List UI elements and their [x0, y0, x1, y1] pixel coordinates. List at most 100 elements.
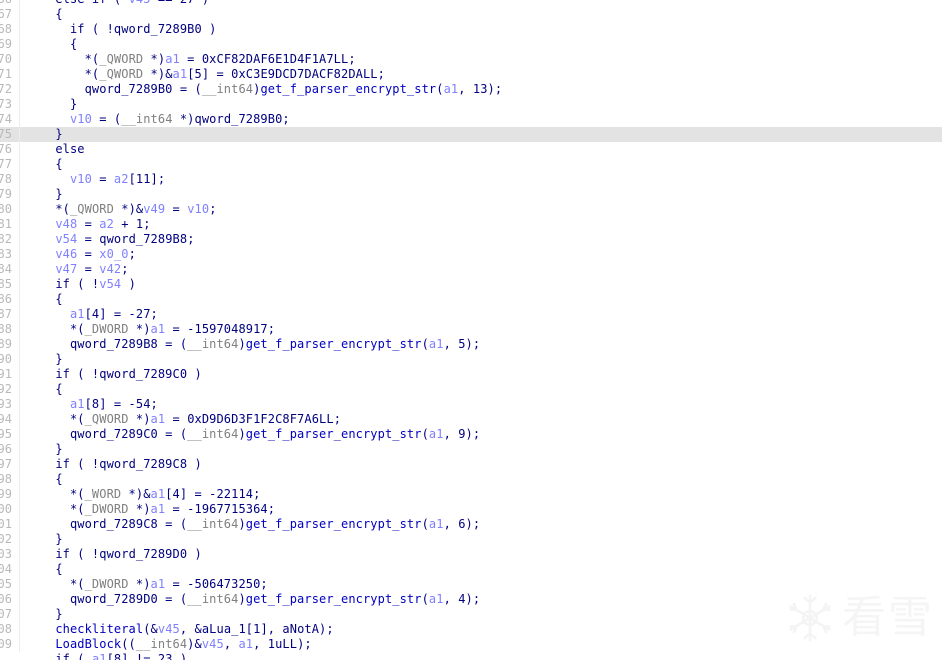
token-func[interactable]: LoadBlock — [55, 637, 121, 651]
code-line[interactable]: v46 = x0_0; — [0, 247, 942, 262]
token-glob[interactable]: qword_7289C0 — [99, 367, 187, 381]
code-line[interactable]: { — [0, 472, 942, 487]
code-surface[interactable]: else if ( v45 == 27 ) { if ( !qword_7289… — [0, 0, 942, 660]
code-line[interactable]: qword_7289C8 = (__int64)get_f_parser_enc… — [0, 517, 942, 532]
code-line[interactable]: else if ( v45 == 27 ) — [0, 0, 942, 7]
code-line[interactable]: qword_7289D0 = (__int64)get_f_parser_enc… — [0, 592, 942, 607]
token-var[interactable]: a1 — [429, 337, 444, 351]
code-line[interactable]: *(_DWORD *)a1 = -506473250; — [0, 577, 942, 592]
code-line[interactable]: } — [0, 352, 942, 367]
token-glob[interactable]: qword_7289B0 — [85, 82, 173, 96]
code-line[interactable]: *(_WORD *)&a1[4] = -22114; — [0, 487, 942, 502]
token-var[interactable]: a1 — [444, 82, 459, 96]
token-glob[interactable]: qword_7289B8 — [70, 337, 158, 351]
code-line[interactable]: qword_7289B8 = (__int64)get_f_parser_enc… — [0, 337, 942, 352]
code-line[interactable]: { — [0, 7, 942, 22]
code-line[interactable]: qword_7289C0 = (__int64)get_f_parser_enc… — [0, 427, 942, 442]
token-func[interactable]: get_f_parser_encrypt_str — [260, 82, 436, 96]
token-func[interactable]: get_f_parser_encrypt_str — [246, 427, 422, 441]
token-var[interactable]: a1 — [70, 307, 85, 321]
token-str[interactable]: aLua_1 — [202, 622, 246, 636]
token-glob[interactable]: qword_7289D0 — [70, 592, 158, 606]
code-line[interactable]: *(_QWORD *)&a1[5] = 0xC3E9DCD7DACF82DALL… — [0, 67, 942, 82]
token-glob[interactable]: qword_7289C8 — [99, 457, 187, 471]
code-line[interactable]: else — [0, 142, 942, 157]
token-var[interactable]: v46 — [55, 247, 77, 261]
token-str[interactable]: aNotA — [282, 622, 319, 636]
token-var[interactable]: v45 — [158, 622, 180, 636]
token-var[interactable]: v45 — [129, 0, 151, 6]
token-var[interactable]: a1 — [429, 517, 444, 531]
code-line[interactable]: *(_DWORD *)a1 = -1967715364; — [0, 502, 942, 517]
code-line-current[interactable]: } — [0, 127, 942, 142]
code-line[interactable]: v10 = (__int64 *)qword_7289B0; — [0, 112, 942, 127]
token-var[interactable]: a1 — [151, 502, 166, 516]
code-line[interactable]: v48 = a2 + 1; — [0, 217, 942, 232]
code-line[interactable]: v10 = a2[11]; — [0, 172, 942, 187]
code-line[interactable]: { — [0, 37, 942, 52]
token-func[interactable]: get_f_parser_encrypt_str — [246, 337, 422, 351]
code-line[interactable]: } — [0, 97, 942, 112]
token-var[interactable]: v45 — [202, 637, 224, 651]
token-var[interactable]: v48 — [55, 217, 77, 231]
token-glob[interactable]: qword_7289B0 — [114, 22, 202, 36]
code-line[interactable]: *(_QWORD *)a1 = 0xD9D6D3F1F2C8F7A6LL; — [0, 412, 942, 427]
code-line[interactable]: { — [0, 157, 942, 172]
code-line[interactable]: if ( !qword_7289D0 ) — [0, 547, 942, 562]
code-line[interactable]: { — [0, 382, 942, 397]
token-var[interactable]: v10 — [187, 202, 209, 216]
token-var[interactable]: a1 — [429, 592, 444, 606]
token-var[interactable]: a1 — [151, 577, 166, 591]
token-glob[interactable]: qword_7289B0 — [195, 112, 283, 126]
token-var[interactable]: a1 — [238, 637, 253, 651]
code-line[interactable]: a1[4] = -27; — [0, 307, 942, 322]
code-line[interactable]: if ( a1[8] != 23 ) — [0, 652, 942, 660]
token-glob[interactable]: qword_7289C0 — [70, 427, 158, 441]
code-line[interactable]: *(_QWORD *)&v49 = v10; — [0, 202, 942, 217]
token-func[interactable]: get_f_parser_encrypt_str — [246, 517, 422, 531]
code-line[interactable]: *(_QWORD *)a1 = 0xCF82DAF6E1D4F1A7LL; — [0, 52, 942, 67]
code-line[interactable]: { — [0, 292, 942, 307]
token-var[interactable]: v10 — [70, 172, 92, 186]
token-glob[interactable]: qword_7289B8 — [99, 232, 187, 246]
token-var[interactable]: a1 — [151, 487, 166, 501]
code-line[interactable]: if ( !qword_7289B0 ) — [0, 22, 942, 37]
token-var[interactable]: a2 — [99, 217, 114, 231]
token-glob[interactable]: qword_7289C8 — [70, 517, 158, 531]
code-line[interactable]: a1[8] = -54; — [0, 397, 942, 412]
token-var[interactable]: v10 — [70, 112, 92, 126]
code-line[interactable]: } — [0, 187, 942, 202]
token-var[interactable]: a2 — [114, 172, 129, 186]
code-line[interactable]: if ( !qword_7289C8 ) — [0, 457, 942, 472]
token-func[interactable]: checkliteral — [55, 622, 143, 636]
token-var[interactable]: v49 — [143, 202, 165, 216]
token-var[interactable]: a1 — [92, 652, 107, 660]
token-var[interactable]: a1 — [165, 52, 180, 66]
code-line[interactable]: *(_DWORD *)a1 = -1597048917; — [0, 322, 942, 337]
token-var[interactable]: v54 — [99, 277, 121, 291]
code-line[interactable]: } — [0, 532, 942, 547]
token-var[interactable]: x0_0 — [99, 247, 128, 261]
code-line[interactable]: { — [0, 562, 942, 577]
token-var[interactable]: v42 — [99, 262, 121, 276]
token-var[interactable]: a1 — [173, 67, 188, 81]
token-var[interactable]: a1 — [151, 322, 166, 336]
token-var[interactable]: a1 — [151, 412, 166, 426]
code-line[interactable]: v47 = v42; — [0, 262, 942, 277]
token-func[interactable]: get_f_parser_encrypt_str — [246, 592, 422, 606]
code-line[interactable]: LoadBlock((__int64)&v45, a1, 1uLL); — [0, 637, 942, 652]
token-var[interactable]: a1 — [70, 397, 85, 411]
token-var[interactable]: a1 — [429, 427, 444, 441]
token-var[interactable]: v54 — [55, 232, 77, 246]
code-line[interactable]: } — [0, 442, 942, 457]
token-var[interactable]: v47 — [55, 262, 77, 276]
pseudocode-view[interactable]: 看雪 6667686970717273747576777879808182838… — [0, 0, 942, 660]
token-glob[interactable]: qword_7289D0 — [99, 547, 187, 561]
code-line[interactable]: } — [0, 607, 942, 622]
code-line[interactable]: checkliteral(&v45, &aLua_1[1], aNotA); — [0, 622, 942, 637]
token-punct: *) — [128, 322, 151, 336]
code-line[interactable]: qword_7289B0 = (__int64)get_f_parser_enc… — [0, 82, 942, 97]
code-line[interactable]: if ( !qword_7289C0 ) — [0, 367, 942, 382]
code-line[interactable]: v54 = qword_7289B8; — [0, 232, 942, 247]
code-line[interactable]: if ( !v54 ) — [0, 277, 942, 292]
